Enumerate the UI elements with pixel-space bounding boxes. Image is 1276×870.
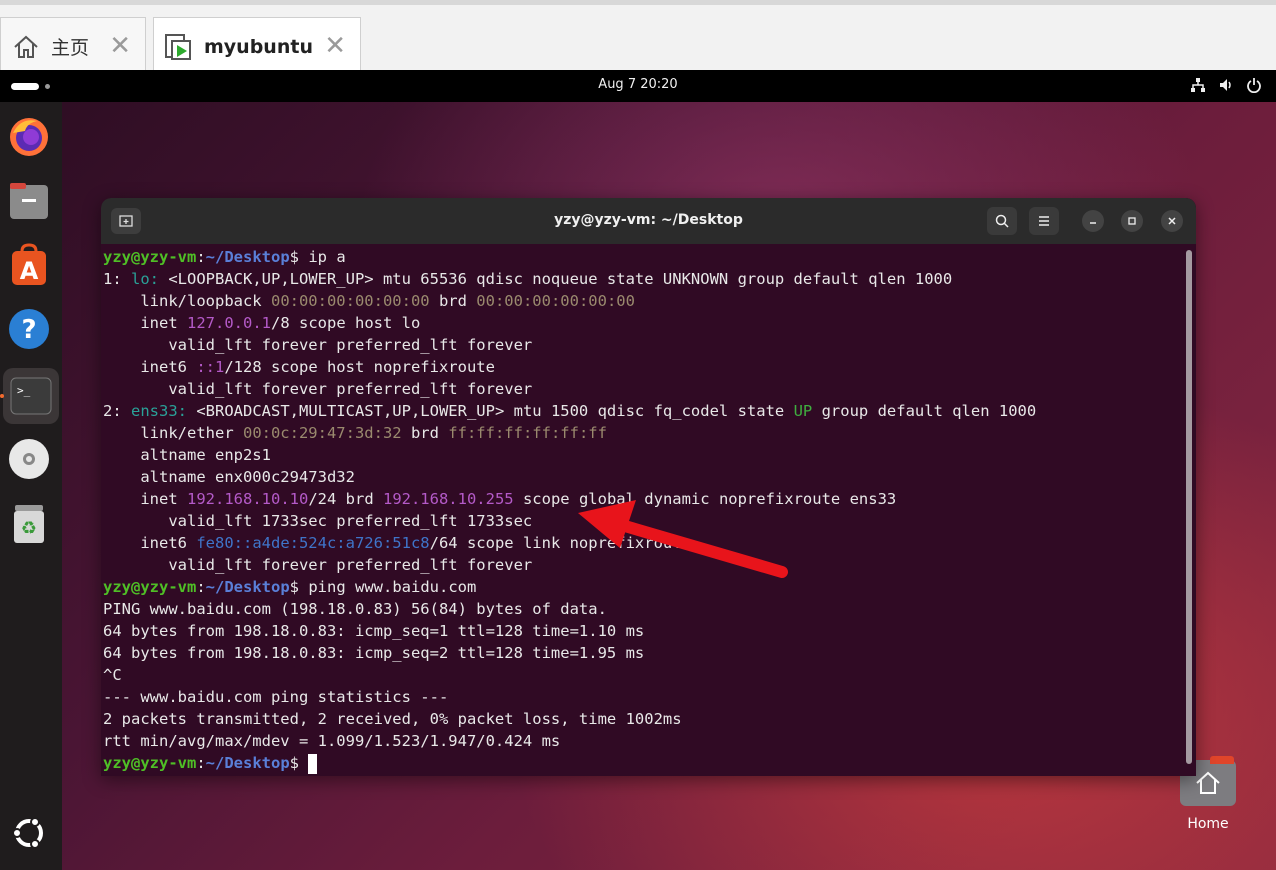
host-tab-home-label: 主页: [51, 37, 90, 59]
scrollbar[interactable]: [1186, 250, 1192, 764]
output-line: altname enp2s1: [103, 446, 271, 464]
svg-text:A: A: [20, 257, 39, 285]
minimize-button[interactable]: [1082, 210, 1104, 232]
output-line: inet6 fe80::a4de:524c:a726:51c8/64 scope…: [103, 534, 691, 552]
prompt-user: yzy@yzy-vm: [103, 248, 197, 266]
close-button[interactable]: [1161, 210, 1183, 232]
home-icon: [11, 32, 41, 62]
svg-text:♻: ♻: [21, 518, 37, 539]
prompt-line[interactable]: yzy@yzy-vm:~/Desktop$: [103, 752, 1183, 774]
output-line: inet6 ::1/128 scope host noprefixroute: [103, 358, 495, 376]
command-text: ip a: [308, 248, 346, 266]
host-tab-myubuntu-label: myubuntu: [204, 35, 313, 58]
disc-icon[interactable]: [6, 436, 52, 482]
maximize-button[interactable]: [1121, 210, 1143, 232]
output-line-ip-address: inet 192.168.10.10/24 brd 192.168.10.255…: [103, 490, 897, 508]
ubuntu-logo-icon[interactable]: [6, 810, 52, 856]
prompt-path: ~/Desktop: [205, 248, 290, 266]
search-icon: [995, 214, 1009, 228]
volume-icon[interactable]: [1218, 77, 1234, 97]
gnome-top-bar: Aug 7 20:20: [0, 70, 1276, 102]
close-icon[interactable]: ✕: [109, 32, 131, 60]
minimize-icon: [1090, 222, 1096, 224]
output-line: valid_lft 1733sec preferred_lft 1733sec: [103, 512, 533, 530]
home-icon: [1196, 771, 1220, 794]
app-center-icon[interactable]: A: [6, 242, 52, 288]
menu-button[interactable]: [1029, 207, 1059, 235]
trash-icon[interactable]: ♻: [6, 500, 52, 546]
close-icon: [1168, 217, 1176, 225]
output-line: 2 packets transmitted, 2 received, 0% pa…: [103, 710, 682, 728]
output-line: altname enx000c29473d32: [103, 468, 355, 486]
ipv4-address: 192.168.10.10: [187, 490, 309, 508]
prompt-line: yzy@yzy-vm:~/Desktop$ ping www.baidu.com: [103, 578, 477, 596]
output-line: 1: lo: <LOOPBACK,UP,LOWER_UP> mtu 65536 …: [103, 270, 953, 288]
output-line: valid_lft forever preferred_lft forever: [103, 380, 533, 398]
svg-text:?: ?: [21, 315, 36, 345]
output-line: link/ether 00:0c:29:47:3d:32 brd ff:ff:f…: [103, 424, 607, 442]
new-tab-button[interactable]: [111, 208, 141, 234]
output-line: 64 bytes from 198.18.0.83: icmp_seq=2 tt…: [103, 644, 645, 662]
output-line: valid_lft forever preferred_lft forever: [103, 556, 533, 574]
close-icon[interactable]: ✕: [324, 32, 346, 60]
dock: A ? >_ ♻: [0, 102, 62, 870]
maximize-icon: [1128, 217, 1136, 225]
host-tab-home[interactable]: 主页 ✕: [0, 17, 146, 75]
output-line: --- www.baidu.com ping statistics ---: [103, 688, 449, 706]
workspace-indicator[interactable]: [11, 83, 39, 90]
firefox-icon[interactable]: [6, 114, 52, 160]
new-tab-icon: [119, 215, 133, 227]
command-text: ping www.baidu.com: [308, 578, 477, 596]
files-icon[interactable]: [6, 178, 52, 224]
output-line: rtt min/avg/max/mdev = 1.099/1.523/1.947…: [103, 732, 561, 750]
vm-icon: [164, 32, 194, 62]
output-line: inet 127.0.0.1/8 scope host lo: [103, 314, 421, 332]
workspace-dot[interactable]: [45, 84, 50, 89]
clock[interactable]: Aug 7 20:20: [0, 77, 1276, 92]
output-line: ^C: [103, 666, 122, 684]
host-tab-bar: 主页 ✕ myubuntu ✕: [0, 0, 1276, 75]
terminal-icon[interactable]: >_: [3, 368, 59, 424]
output-line: PING www.baidu.com (198.18.0.83) 56(84) …: [103, 600, 607, 618]
svg-text:>_: >_: [17, 384, 31, 397]
output-line: link/loopback 00:00:00:00:00:00 brd 00:0…: [103, 292, 635, 310]
search-button[interactable]: [987, 207, 1017, 235]
desktop-home-label[interactable]: Home: [1168, 816, 1248, 832]
hamburger-menu-icon: [1039, 216, 1049, 226]
host-tab-myubuntu[interactable]: myubuntu ✕: [153, 17, 361, 75]
terminal-output[interactable]: yzy@yzy-vm:~/Desktop$ ip a 1: lo: <LOOPB…: [103, 244, 1183, 774]
prompt-line: yzy@yzy-vm:~/Desktop$ ip a: [103, 248, 346, 266]
running-indicator: [0, 394, 4, 398]
output-line: 64 bytes from 198.18.0.83: icmp_seq=1 tt…: [103, 622, 645, 640]
output-line: valid_lft forever preferred_lft forever: [103, 336, 533, 354]
power-icon[interactable]: [1246, 77, 1262, 97]
network-icon[interactable]: [1190, 77, 1206, 97]
output-line: 2: ens33: <BROADCAST,MULTICAST,UP,LOWER_…: [103, 402, 1037, 420]
text-cursor: [308, 753, 318, 774]
system-tray[interactable]: [1190, 77, 1262, 97]
help-icon[interactable]: ?: [6, 306, 52, 352]
terminal-window[interactable]: yzy@yzy-vm: ~/Desktop yzy@yzy-vm:~/Deskt…: [101, 198, 1196, 776]
terminal-headerbar[interactable]: yzy@yzy-vm: ~/Desktop: [101, 198, 1196, 244]
